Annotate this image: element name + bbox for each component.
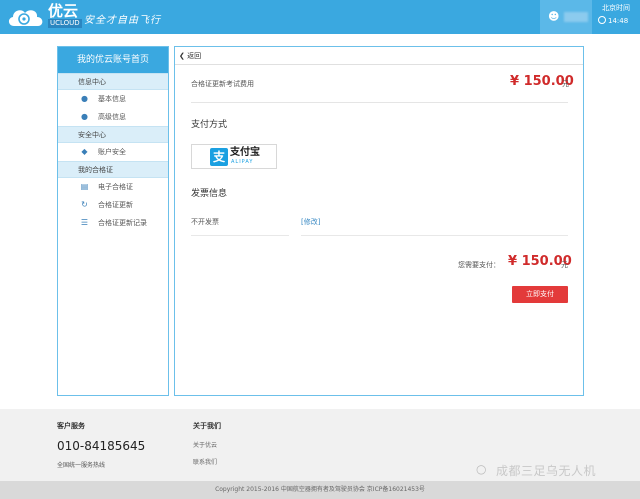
user-name-blurred <box>564 12 588 22</box>
sidebar-item-e-certificate[interactable]: ▤ 电子合格证 <box>58 178 168 196</box>
sidebar-section-security: 安全中心 <box>58 126 168 143</box>
user-icon: ☻ <box>548 10 560 23</box>
divider <box>191 102 568 103</box>
footer: 客户服务 010-84185645 全国统一服务热线 关于我们 关于优云 联系我… <box>0 409 640 481</box>
total-unit: 元 <box>561 261 568 269</box>
sidebar-item-label: 合格证更新 <box>98 201 133 209</box>
fee-unit: 元 <box>562 80 569 88</box>
alipay-option[interactable]: 支 支付宝 ALIPAY <box>191 144 277 169</box>
list-icon: ☰ <box>80 218 89 227</box>
invoice-edit-link[interactable]: [修改] <box>301 217 320 227</box>
fee-label: 合格证更新考试费用 <box>191 80 254 88</box>
person-icon: ● <box>81 94 88 103</box>
divider <box>191 235 289 236</box>
sidebar-section-info: 信息中心 <box>58 73 168 90</box>
sidebar-item-certificate-update[interactable]: ↻ 合格证更新 <box>58 196 168 214</box>
contact-link[interactable]: 联系我们 <box>193 457 217 466</box>
sidebar-item-label: 基本信息 <box>98 95 126 103</box>
service-hotline-label: 全国统一服务热线 <box>57 462 106 469</box>
invoice-title: 发票信息 <box>191 189 228 199</box>
sidebar-title[interactable]: 我的优云账号首页 <box>58 47 168 73</box>
invoice-value: 不开发票 <box>191 218 219 226</box>
sidebar-section-certificate: 我的合格证 <box>58 161 168 178</box>
logo-text[interactable]: 优云 <box>48 3 78 19</box>
alipay-logo-text: 支付宝 <box>230 147 260 158</box>
time-display: 北京时间 14:48 <box>594 4 640 27</box>
back-label: 返回 <box>187 52 202 60</box>
copyright: Copyright 2015-2016 中国航空器拥有者及驾驶员协会 京ICP备… <box>0 481 640 499</box>
customer-service-title: 客户服务 <box>57 422 85 430</box>
divider <box>301 235 568 236</box>
user-menu[interactable]: ☻ <box>540 0 592 34</box>
top-header: 优云 UCLOUD 安全才自由飞行 ☻ 北京时间 14:48 <box>0 0 640 34</box>
payment-method-title: 支付方式 <box>191 120 228 130</box>
shield-icon: ◆ <box>81 147 88 156</box>
back-link[interactable]: ❮ 返回 <box>177 49 201 63</box>
alipay-icon: 支 <box>210 148 228 166</box>
payment-panel: ❮ 返回 合格证更新考试费用 ¥ 150.00 元 支付方式 支 支付宝 ALI… <box>174 46 584 396</box>
sidebar-item-advanced-info[interactable]: ● 高级信息 <box>58 108 168 126</box>
cloud-logo-icon[interactable] <box>6 4 46 30</box>
sidebar-item-label: 合格证更新记录 <box>98 219 147 227</box>
logo-sub: UCLOUD <box>48 19 82 28</box>
time-label: 北京时间 <box>602 4 630 12</box>
sidebar-item-label: 账户安全 <box>98 148 126 156</box>
chevron-left-icon: ❮ <box>179 52 185 60</box>
wechat-icon: ○ <box>476 462 487 476</box>
sidebar-item-label: 电子合格证 <box>98 183 133 191</box>
sidebar-item-update-records[interactable]: ☰ 合格证更新记录 <box>58 214 168 232</box>
slogan: 安全才自由飞行 <box>84 15 161 26</box>
about-title: 关于我们 <box>193 422 221 430</box>
watermark-text: 成都三足乌无人机 <box>496 464 597 478</box>
sidebar-item-account-security[interactable]: ◆ 账户安全 <box>58 143 168 161</box>
watermark: ○ 成都三足乌无人机 <box>472 459 640 481</box>
divider <box>175 64 583 65</box>
time-value: 14:48 <box>608 17 629 25</box>
refresh-icon: ↻ <box>81 200 88 209</box>
sidebar-item-label: 高级信息 <box>98 113 126 121</box>
sidebar: 我的优云账号首页 信息中心 ● 基本信息 ● 高级信息 安全中心 ◆ 账户安全 … <box>57 46 169 396</box>
card-icon: ▤ <box>80 182 89 191</box>
service-phone: 010-84185645 <box>57 439 146 453</box>
alipay-logo-sub: ALIPAY <box>231 159 254 165</box>
sidebar-item-basic-info[interactable]: ● 基本信息 <box>58 90 168 108</box>
person-plus-icon: ● <box>81 112 88 121</box>
about-link[interactable]: 关于优云 <box>193 440 217 449</box>
total-label: 您需要支付： <box>458 261 500 269</box>
pay-now-button[interactable]: 立即支付 <box>512 286 568 303</box>
clock-icon <box>598 16 606 24</box>
